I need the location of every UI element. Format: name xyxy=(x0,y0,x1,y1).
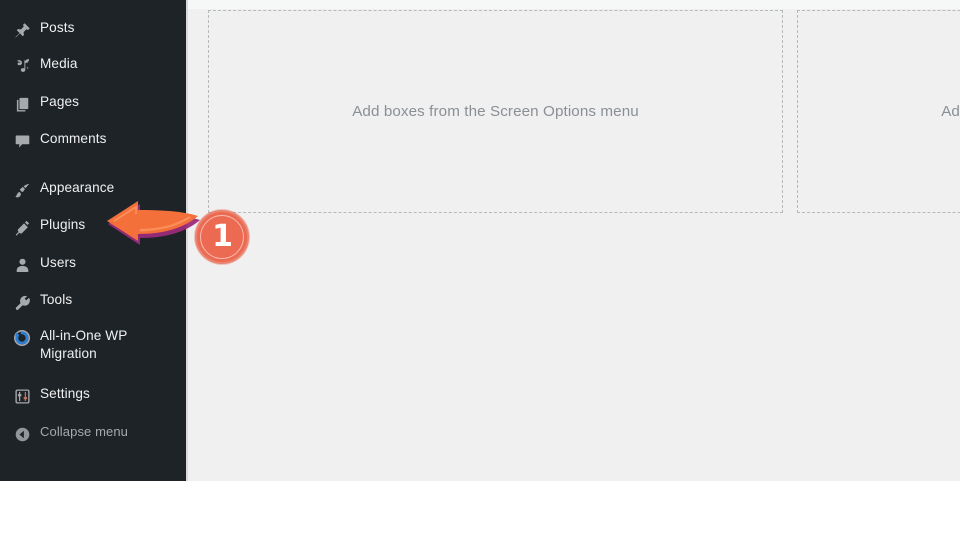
wrench-icon xyxy=(9,292,35,312)
screenshot-root: Posts Media Pages Comments Appearance Pl… xyxy=(0,0,960,540)
user-icon xyxy=(9,255,35,275)
sidebar-item-label: Comments xyxy=(40,131,107,146)
sidebar-item-tools[interactable]: Tools xyxy=(0,291,186,312)
pin-icon xyxy=(9,20,35,40)
sidebar-item-label: Tools xyxy=(40,292,73,307)
sidebar-collapse-menu-label: Collapse menu xyxy=(40,424,129,439)
dashboard-content: Add boxes from the Screen Options menu A… xyxy=(188,0,960,481)
sidebar-item-label: Settings xyxy=(40,386,90,401)
sidebar-item-label: Users xyxy=(40,255,76,270)
sidebar-item-all-in-one-wp-migration[interactable]: All-in-One WP Migration xyxy=(0,327,186,362)
sidebar-item-users[interactable]: Users xyxy=(0,254,186,275)
sidebar-item-plugins[interactable]: Plugins xyxy=(0,216,186,237)
sidebar-collapse-menu-button[interactable]: Collapse menu xyxy=(0,423,186,444)
collapse-left-icon xyxy=(9,424,35,444)
sidebar-item-posts[interactable]: Posts xyxy=(0,19,186,40)
widget-dropzone-right[interactable]: Add boxes from the Screen Options menu xyxy=(797,10,960,213)
admin-viewport: Posts Media Pages Comments Appearance Pl… xyxy=(0,0,960,481)
content-top-strip xyxy=(188,0,960,9)
sidebar-item-appearance[interactable]: Appearance xyxy=(0,179,186,200)
sidebar-item-label: Appearance xyxy=(40,180,115,195)
settings-sliders-icon xyxy=(9,386,35,406)
widget-dropzone-hint: Add boxes from the Screen Options menu xyxy=(941,103,960,120)
comment-icon xyxy=(9,131,35,151)
sidebar-item-pages[interactable]: Pages xyxy=(0,93,186,114)
sidebar-item-media[interactable]: Media xyxy=(0,55,186,76)
sidebar-item-label: All-in-One WP Migration xyxy=(40,328,128,361)
paintbrush-icon xyxy=(9,180,35,200)
sidebar-item-label: Media xyxy=(40,56,78,71)
plug-icon xyxy=(9,217,35,237)
sidebar-item-label: Posts xyxy=(40,20,75,35)
pages-icon xyxy=(9,94,35,114)
migration-icon xyxy=(9,328,35,348)
sidebar-item-settings[interactable]: Settings xyxy=(0,385,186,406)
page-footer-whitespace xyxy=(0,481,960,540)
media-icon xyxy=(9,56,35,76)
sidebar-item-label: Plugins xyxy=(40,217,86,232)
sidebar-item-label: Pages xyxy=(40,94,80,109)
sidebar-item-comments[interactable]: Comments xyxy=(0,130,186,151)
admin-sidebar-menu: Posts Media Pages Comments Appearance Pl… xyxy=(0,0,186,481)
widget-dropzone-left[interactable]: Add boxes from the Screen Options menu xyxy=(208,10,783,213)
widget-dropzone-hint: Add boxes from the Screen Options menu xyxy=(352,103,639,120)
